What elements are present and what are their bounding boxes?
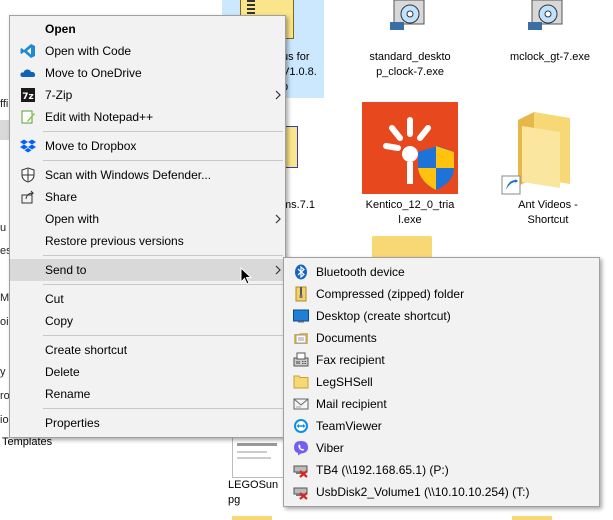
bluetooth-icon — [293, 264, 309, 280]
menu-item-label: Restore previous versions — [45, 234, 184, 248]
mouse-cursor-icon — [240, 266, 253, 287]
svg-text:7z: 7z — [22, 92, 34, 102]
menu-item-open[interactable]: Open — [10, 18, 285, 40]
menu-item-properties[interactable]: Properties — [10, 412, 285, 434]
menu-item-label: Cut — [45, 292, 64, 306]
mail-icon — [293, 396, 309, 412]
menu-item-label: Desktop (create shortcut) — [316, 309, 451, 323]
sendto-item-legshsell[interactable]: LegSHSell — [284, 371, 599, 393]
menu-item-label: Copy — [45, 314, 74, 328]
menu-item-label: Bluetooth device — [316, 265, 405, 279]
sendto-item-compressed[interactable]: Compressed (zipped) folder — [284, 283, 599, 305]
context-menu: Open Open with Code Move to OneDrive 7z … — [9, 15, 286, 438]
send-to-submenu: Bluetooth device Compressed (zipped) fol… — [283, 257, 600, 507]
defender-shield-icon — [20, 167, 36, 183]
kentico-icon — [362, 102, 458, 194]
menu-item-open-with[interactable]: Open with — [10, 208, 285, 230]
sendto-item-viber[interactable]: Viber — [284, 437, 599, 459]
file-label: Ant Videos - Shortcut — [518, 199, 578, 226]
fax-icon — [293, 352, 309, 368]
menu-item-label: UsbDisk2_Volume1 (\\10.10.10.254) (T:) — [316, 485, 530, 499]
sendto-item-teamviewer[interactable]: TeamViewer — [284, 415, 599, 437]
sendto-item-mail[interactable]: Mail recipient — [284, 393, 599, 415]
disconnected-drive-icon — [293, 462, 309, 478]
menu-item-label: Open — [45, 22, 76, 36]
menu-item-label: Move to OneDrive — [45, 66, 142, 80]
menu-separator — [43, 131, 283, 132]
menu-item-label: Rename — [45, 387, 91, 401]
menu-item-7zip[interactable]: 7z 7-Zip — [10, 84, 285, 106]
installer-icon — [526, 0, 572, 30]
menu-item-label: Compressed (zipped) folder — [316, 287, 465, 301]
menu-item-label: Delete — [45, 365, 80, 379]
menu-item-label: Documents — [316, 331, 377, 345]
menu-item-label: TeamViewer — [316, 419, 382, 433]
menu-item-restore-versions[interactable]: Restore previous versions — [10, 230, 285, 252]
folder-icon — [232, 516, 272, 520]
folder-shortcut-icon — [500, 108, 580, 198]
menu-item-label: Open with — [45, 212, 100, 226]
menu-item-move-to-dropbox[interactable]: Move to Dropbox — [10, 135, 285, 157]
disconnected-drive-icon — [293, 484, 309, 500]
dropbox-icon — [20, 138, 36, 154]
menu-item-move-to-onedrive[interactable]: Move to OneDrive — [10, 62, 285, 84]
menu-item-label: Move to Dropbox — [45, 139, 137, 153]
menu-item-share[interactable]: Share — [10, 186, 285, 208]
menu-item-label: Send to — [45, 263, 87, 277]
menu-item-label: Share — [45, 190, 78, 204]
notepadpp-icon — [20, 109, 36, 125]
menu-item-open-with-code[interactable]: Open with Code — [10, 40, 285, 62]
menu-item-cut[interactable]: Cut — [10, 288, 285, 310]
desktop-icon — [293, 308, 309, 324]
menu-item-rename[interactable]: Rename — [10, 383, 285, 405]
menu-separator — [43, 255, 283, 256]
menu-item-label: Viber — [316, 441, 344, 455]
sendto-item-bluetooth[interactable]: Bluetooth device — [284, 261, 599, 283]
vscode-icon — [20, 43, 36, 59]
menu-item-label: LegSHSell — [316, 375, 373, 389]
sendto-item-desktop[interactable]: Desktop (create shortcut) — [284, 305, 599, 327]
sendto-item-tb4-drive[interactable]: TB4 (\\192.168.65.1) (P:) — [284, 459, 599, 481]
menu-separator — [43, 335, 283, 336]
sendto-item-fax[interactable]: Fax recipient — [284, 349, 599, 371]
menu-item-label: 7-Zip — [45, 88, 73, 102]
folder-icon — [512, 516, 552, 520]
menu-item-label: TB4 (\\192.168.65.1) (P:) — [316, 463, 449, 477]
zip-folder-icon — [293, 286, 309, 302]
menu-item-label: Scan with Windows Defender... — [45, 168, 212, 182]
image-icon — [232, 436, 284, 478]
menu-item-scan-defender[interactable]: Scan with Windows Defender... — [10, 164, 285, 186]
menu-separator — [43, 160, 283, 161]
menu-item-label: Edit with Notepad++ — [45, 110, 154, 124]
share-icon — [20, 189, 36, 205]
file-label: LEGOSun pg — [228, 479, 279, 506]
menu-separator — [43, 408, 283, 409]
file-label: mclock_gt-7.exe — [509, 51, 591, 63]
viber-icon — [293, 440, 309, 456]
teamviewer-icon — [293, 418, 309, 434]
file-label: ms.7.1 — [282, 199, 316, 211]
menu-item-copy[interactable]: Copy — [10, 310, 285, 332]
menu-item-label: Properties — [45, 416, 100, 430]
file-label: us for V1.0.8. p — [282, 51, 317, 93]
menu-item-create-shortcut[interactable]: Create shortcut — [10, 339, 285, 361]
menu-item-edit-notepadpp[interactable]: Edit with Notepad++ — [10, 106, 285, 128]
onedrive-icon — [20, 65, 36, 81]
menu-item-label: Mail recipient — [316, 397, 387, 411]
sendto-item-usbdisk-drive[interactable]: UsbDisk2_Volume1 (\\10.10.10.254) (T:) — [284, 481, 599, 503]
file-label: Kentico_12_0_tria l.exe — [365, 199, 455, 226]
installer-icon — [388, 0, 434, 30]
7zip-icon: 7z — [20, 87, 36, 103]
sendto-item-documents[interactable]: Documents — [284, 327, 599, 349]
menu-item-label: Create shortcut — [45, 343, 128, 357]
menu-item-label: Fax recipient — [316, 353, 385, 367]
documents-icon — [293, 330, 309, 346]
menu-item-delete[interactable]: Delete — [10, 361, 285, 383]
menu-item-label: Open with Code — [45, 44, 132, 58]
folder-icon — [293, 374, 309, 390]
file-label: standard_deskto p_clock-7.exe — [369, 51, 451, 78]
